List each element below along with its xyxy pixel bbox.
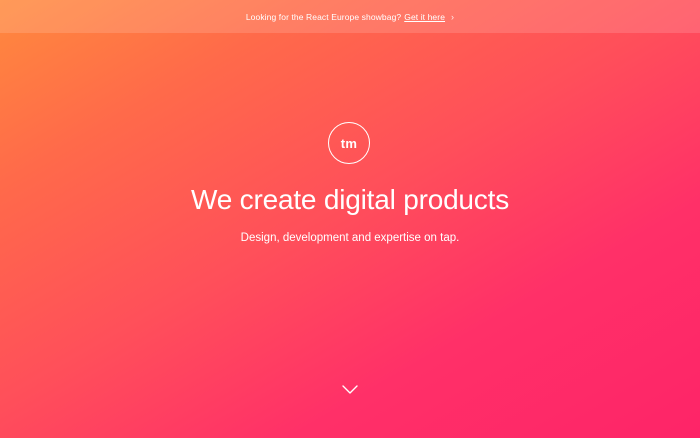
scroll-down-button[interactable]	[341, 382, 359, 396]
logo-text: tm	[340, 135, 358, 151]
announcement-banner: Looking for the React Europe showbag? Ge…	[0, 0, 700, 33]
banner-link[interactable]: Get it here	[404, 12, 445, 22]
chevron-right-icon[interactable]: ›	[451, 12, 454, 22]
banner-text: Looking for the React Europe showbag?	[245, 11, 402, 22]
logo[interactable]: tm	[328, 122, 370, 164]
hero-subheadline: Design, development and expertise on tap…	[240, 232, 460, 244]
chevron-down-icon	[342, 385, 358, 394]
hero-headline: We create digital products	[190, 184, 509, 215]
